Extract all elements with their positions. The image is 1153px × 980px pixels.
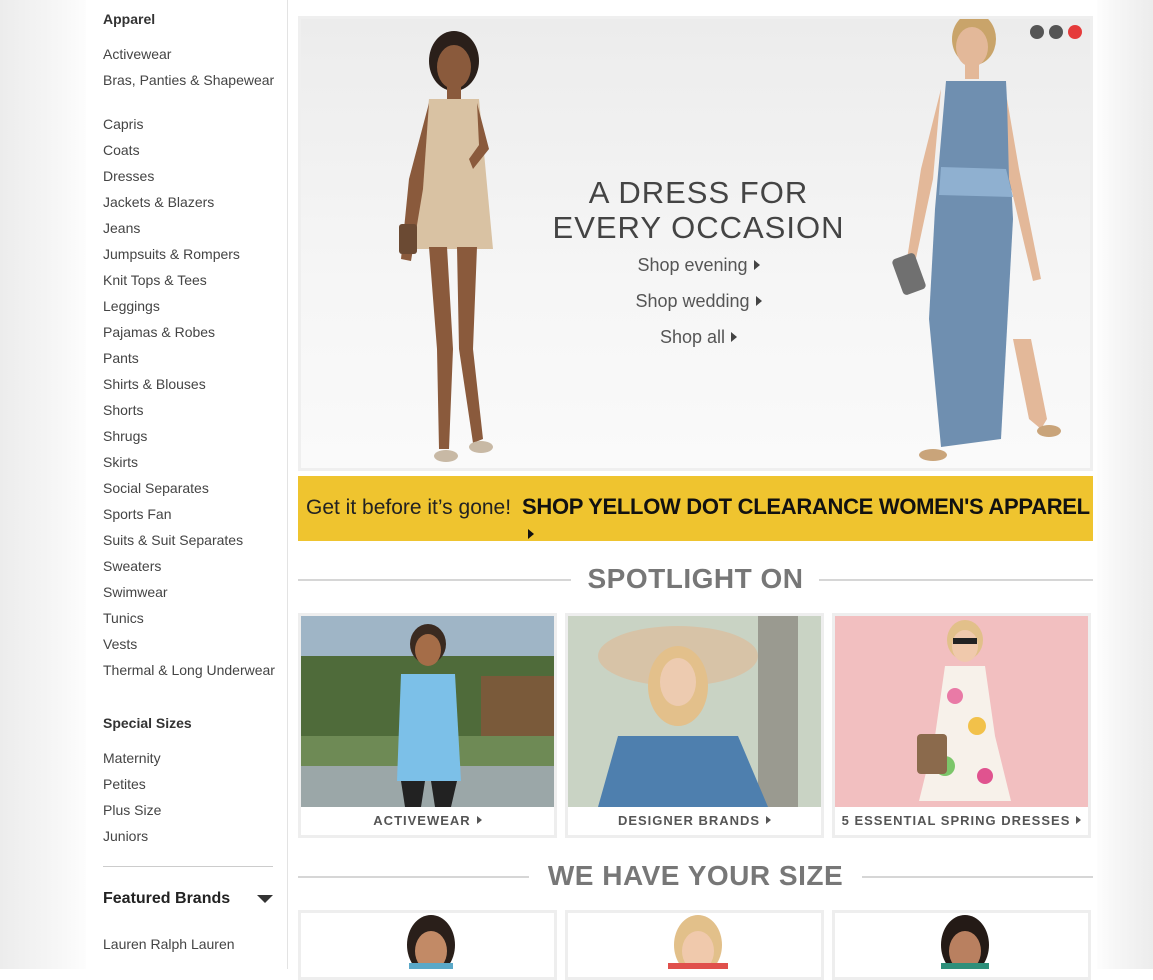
sidebar-item-swimwear[interactable]: Swimwear	[103, 583, 278, 601]
hero-title-line-2: EVERY OCCASION	[552, 210, 845, 245]
sidebar-item-shirts-blouses[interactable]: Shirts & Blouses	[103, 375, 278, 393]
shop-wedding-label: Shop wedding	[635, 291, 750, 311]
designer-brands-label: DESIGNER BRANDS	[617, 813, 761, 828]
sidebar-item-sports-fan[interactable]: Sports Fan	[103, 505, 278, 523]
hero-carousel: A DRESS FOR EVERY OCCASION Shop evening …	[298, 16, 1093, 471]
arrow-right-icon	[766, 816, 772, 824]
sidebar-item-pajamas-robes[interactable]: Pajamas & Robes	[103, 323, 278, 341]
sidebar-item-tunics[interactable]: Tunics	[103, 609, 278, 627]
page-background-right	[1097, 0, 1153, 969]
caret-down-icon	[257, 895, 273, 903]
sidebar-item-jumpsuits-rompers[interactable]: Jumpsuits & Rompers	[103, 245, 278, 263]
arrow-right-icon	[1076, 816, 1082, 824]
spring-dresses-caption: 5 ESSENTIAL SPRING DRESSES	[835, 807, 1088, 835]
size-card-2[interactable]	[565, 910, 824, 980]
shop-all-label: Shop all	[659, 327, 726, 347]
spring-dresses-image	[835, 616, 1088, 807]
activewear-label: ACTIVEWEAR	[373, 813, 471, 828]
designer-brands-image	[568, 616, 821, 807]
spotlight-title: SPOTLIGHT ON	[587, 563, 804, 594]
sidebar-item-lauren-ralph-lauren[interactable]: Lauren Ralph Lauren	[103, 935, 278, 953]
carousel-dot-1[interactable]	[1030, 25, 1044, 39]
sidebar-divider	[103, 866, 273, 867]
size-model-image-1	[407, 915, 455, 969]
shop-evening-link[interactable]: Shop evening	[551, 255, 846, 276]
sidebar-item-thermal-long-underwear[interactable]: Thermal & Long Underwear	[103, 661, 278, 679]
hero-headline: A DRESS FOR EVERY OCCASION	[551, 175, 846, 245]
spotlight-card-designer-brands[interactable]: DESIGNER BRANDS	[565, 613, 824, 838]
special-sizes-heading: Special Sizes	[103, 715, 192, 731]
sidebar-item-petites[interactable]: Petites	[103, 775, 278, 793]
sidebar-item-shorts[interactable]: Shorts	[103, 401, 278, 419]
banner-cta-label: SHOP YELLOW DOT CLEARANCE WOMEN'S APPARE…	[522, 494, 1090, 519]
sidebar-item-coats[interactable]: Coats	[103, 141, 278, 159]
featured-brands-label: Featured Brands	[103, 890, 231, 907]
sizes-header: WE HAVE YOUR SIZE	[298, 861, 1093, 891]
spotlight-card-activewear[interactable]: ACTIVEWEAR	[298, 613, 557, 838]
sidebar-item-jeans[interactable]: Jeans	[103, 219, 278, 237]
sidebar-item-capris[interactable]: Capris	[103, 115, 278, 133]
sidebar-item-sweaters[interactable]: Sweaters	[103, 557, 278, 575]
banner-pre-text: Get it before it’s gone!	[306, 496, 512, 519]
shop-all-link[interactable]: Shop all	[551, 327, 846, 348]
sidebar-item-leggings[interactable]: Leggings	[103, 297, 278, 315]
sidebar-item-vests[interactable]: Vests	[103, 635, 278, 653]
carousel-dot-3-active[interactable]	[1068, 25, 1082, 39]
sidebar-item-social-separates[interactable]: Social Separates	[103, 479, 278, 497]
shop-wedding-link[interactable]: Shop wedding	[551, 291, 846, 312]
sidebar-item-plus-size[interactable]: Plus Size	[103, 801, 278, 819]
activewear-caption: ACTIVEWEAR	[301, 807, 554, 835]
size-model-image-2	[668, 915, 728, 969]
size-card-1[interactable]	[298, 910, 557, 980]
sidebar-item-dresses[interactable]: Dresses	[103, 167, 278, 185]
clearance-banner[interactable]: Get it before it’s gone! SHOP YELLOW DOT…	[298, 476, 1093, 541]
carousel-dot-2[interactable]	[1049, 25, 1063, 39]
carousel-dots	[1025, 25, 1082, 44]
category-sidebar: Apparel Activewear Bras, Panties & Shape…	[86, 0, 288, 969]
designer-brands-caption: DESIGNER BRANDS	[568, 807, 821, 835]
sidebar-item-maternity[interactable]: Maternity	[103, 749, 278, 767]
sidebar-item-pants[interactable]: Pants	[103, 349, 278, 367]
shop-evening-label: Shop evening	[637, 255, 748, 275]
size-card-3[interactable]	[832, 910, 1091, 980]
page-background-left	[0, 0, 86, 969]
hero-title-line-1: A DRESS FOR	[588, 175, 809, 210]
banner-cta-text: SHOP YELLOW DOT CLEARANCE WOMEN'S APPARE…	[522, 494, 1093, 546]
sidebar-item-shrugs[interactable]: Shrugs	[103, 427, 278, 445]
apparel-heading: Apparel	[103, 11, 156, 27]
arrow-right-icon	[528, 529, 534, 539]
arrow-right-icon	[753, 260, 760, 270]
spring-dresses-label: 5 ESSENTIAL SPRING DRESSES	[841, 813, 1071, 828]
sidebar-item-skirts[interactable]: Skirts	[103, 453, 278, 471]
sidebar-item-jackets-blazers[interactable]: Jackets & Blazers	[103, 193, 278, 211]
sidebar-item-juniors[interactable]: Juniors	[103, 827, 278, 845]
arrow-right-icon	[731, 332, 738, 342]
sidebar-item-bras-panties-shapewear[interactable]: Bras, Panties & Shapewear	[103, 71, 278, 89]
sidebar-item-knit-tops-tees[interactable]: Knit Tops & Tees	[103, 271, 278, 289]
featured-brands-toggle[interactable]: Featured Brands	[103, 888, 273, 910]
size-model-image-3	[941, 915, 989, 969]
sidebar-item-suits-separates[interactable]: Suits & Suit Separates	[103, 531, 278, 549]
arrow-right-icon	[476, 816, 482, 824]
activewear-image	[301, 616, 554, 807]
sizes-title: WE HAVE YOUR SIZE	[547, 860, 844, 891]
sidebar-item-activewear[interactable]: Activewear	[103, 45, 278, 63]
spotlight-header: SPOTLIGHT ON	[298, 564, 1093, 594]
spotlight-card-spring-dresses[interactable]: 5 ESSENTIAL SPRING DRESSES	[832, 613, 1091, 838]
arrow-right-icon	[755, 296, 762, 306]
